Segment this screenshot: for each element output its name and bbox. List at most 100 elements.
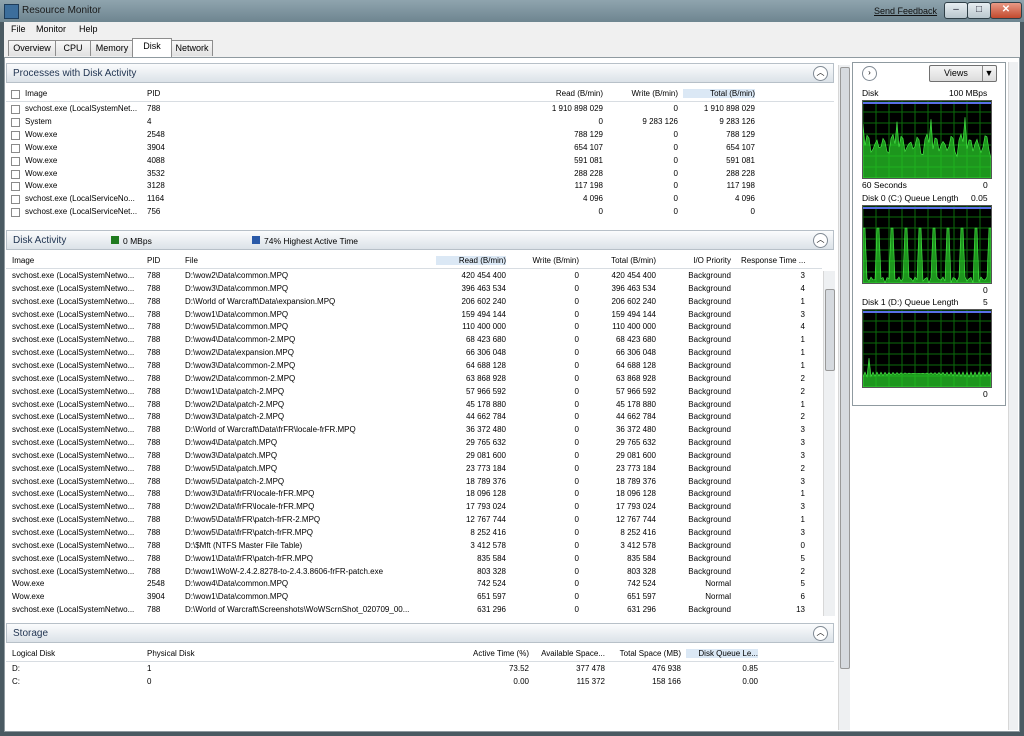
tab-network[interactable]: Network <box>171 40 213 56</box>
table-row[interactable]: svchost.exe (LocalServiceNet... 756 0 0 0 <box>6 206 834 218</box>
table-row[interactable]: svchost.exe (LocalSystemNetwo... 788 D:\wo… <box>6 514 822 526</box>
table-row[interactable]: svchost.exe (LocalSystemNetwo... 788 D:\Wo… <box>6 296 822 308</box>
table-row[interactable]: svchost.exe (LocalSystemNetwo... 788 D:\wo… <box>6 386 822 398</box>
table-row[interactable]: svchost.exe (LocalSystemNetwo... 788 D:\wo… <box>6 270 822 282</box>
tab-overview[interactable]: Overview <box>8 40 56 56</box>
table-row[interactable]: C: 0 0.00 115 372 158 166 0.00 <box>6 676 834 688</box>
processes-section-header[interactable]: Processes with Disk Activity ︿ <box>6 63 834 83</box>
col-disk-queue-length[interactable]: Disk Queue Le... <box>686 649 758 658</box>
table-row[interactable]: svchost.exe (LocalServiceNo... 1164 4 096 0… <box>6 193 834 205</box>
tab-memory[interactable]: Memory <box>90 40 134 56</box>
table-row[interactable]: svchost.exe (LocalSystemNetwo... 788 D:\wo… <box>6 360 822 372</box>
table-row[interactable]: svchost.exe (LocalSystemNetwo... 788 D:\wo… <box>6 437 822 449</box>
minimize-button[interactable]: – <box>944 2 968 19</box>
table-row[interactable]: svchost.exe (LocalSystemNetwo... 788 D:\$M… <box>6 540 822 552</box>
table-row[interactable]: svchost.exe (LocalSystemNetwo... 788 D:\wo… <box>6 527 822 539</box>
main-scrollbar[interactable] <box>838 65 850 730</box>
tab-cpu[interactable]: CPU <box>55 40 91 56</box>
close-button[interactable]: ✕ <box>990 2 1022 19</box>
row-checkbox[interactable] <box>11 208 20 218</box>
disk-activity-section-header[interactable]: Disk Activity 0 MBps 74% Highest Active … <box>6 230 834 250</box>
table-row[interactable]: svchost.exe (LocalSystemNetwo... 788 D:\wo… <box>6 347 822 359</box>
table-row[interactable]: svchost.exe (LocalSystemNetwo... 788 D:\wo… <box>6 283 822 295</box>
row-checkbox[interactable] <box>11 143 20 153</box>
row-checkbox[interactable] <box>11 169 20 179</box>
row-checkbox[interactable] <box>11 182 20 192</box>
collapse-icon[interactable]: ︿ <box>813 66 828 81</box>
table-row[interactable]: svchost.exe (LocalSystemNetwo... 788 D:\wo… <box>6 373 822 385</box>
table-cell: 0 <box>574 425 579 435</box>
table-row[interactable]: svchost.exe (LocalSystemNetwo... 788 D:\wo… <box>6 463 822 475</box>
table-row[interactable]: System 4 0 9 283 126 9 283 126 <box>6 116 834 128</box>
table-row[interactable]: svchost.exe (LocalSystemNetwo... 788 D:\wo… <box>6 553 822 565</box>
col-available-space[interactable]: Available Space... <box>533 649 605 658</box>
table-row[interactable]: svchost.exe (LocalSystemNet... 788 1 910 8… <box>6 103 834 115</box>
maximize-button[interactable]: □ <box>967 2 991 19</box>
menu-file[interactable]: File <box>11 24 26 34</box>
tab-disk[interactable]: Disk <box>132 38 172 57</box>
table-row[interactable]: svchost.exe (LocalSystemNetwo... 788 D:\wo… <box>6 399 822 411</box>
menu-monitor[interactable]: Monitor <box>36 24 66 34</box>
table-cell: 0 <box>673 168 678 178</box>
col-total-space[interactable]: Total Space (MB) <box>609 649 681 658</box>
collapse-icon[interactable]: ︿ <box>813 233 828 248</box>
table-cell: svchost.exe (LocalSystemNetwo... <box>12 335 135 345</box>
table-row[interactable]: Wow.exe 3904 654 107 0 654 107 <box>6 142 834 154</box>
col-physical-disk[interactable]: Physical Disk <box>147 649 195 658</box>
row-checkbox[interactable] <box>11 195 20 205</box>
row-checkbox[interactable] <box>11 117 20 127</box>
row-checkbox[interactable] <box>11 130 20 140</box>
chevron-right-icon[interactable]: › <box>862 66 877 81</box>
table-row[interactable]: svchost.exe (LocalSystemNetwo... 788 D:\Wo… <box>6 604 822 616</box>
table-row[interactable]: svchost.exe (LocalSystemNetwo... 788 D:\wo… <box>6 488 822 500</box>
table-cell: 0 <box>574 412 579 422</box>
table-row[interactable]: svchost.exe (LocalSystemNetwo... 788 D:\wo… <box>6 411 822 423</box>
table-row[interactable]: svchost.exe (LocalSystemNetwo... 788 D:\Wo… <box>6 424 822 436</box>
col-image[interactable]: Image <box>12 256 34 265</box>
col-pid[interactable]: PID <box>147 256 160 265</box>
col-pid[interactable]: PID <box>147 89 160 98</box>
views-dropdown[interactable]: Views ▼ <box>929 65 997 82</box>
col-total[interactable]: Total (B/min) <box>683 89 755 98</box>
table-cell: Background <box>688 450 731 460</box>
col-response-time[interactable]: Response Time ... <box>741 256 805 265</box>
menu-help[interactable]: Help <box>79 24 98 34</box>
collapse-icon[interactable]: ︿ <box>813 626 828 641</box>
col-io-priority[interactable]: I/O Priority <box>661 256 731 265</box>
storage-section-header[interactable]: Storage ︿ <box>6 623 834 643</box>
table-row[interactable]: Wow.exe 2548 D:\wow4\Data\common.MPQ 742 52… <box>6 578 822 590</box>
table-row[interactable]: Wow.exe 3128 117 198 0 117 198 <box>6 180 834 192</box>
col-logical-disk[interactable]: Logical Disk <box>12 649 55 658</box>
scrollbar-thumb[interactable] <box>825 289 835 371</box>
select-all-checkbox[interactable] <box>11 90 20 99</box>
table-row[interactable]: Wow.exe 3532 288 228 0 288 228 <box>6 168 834 180</box>
table-row[interactable]: svchost.exe (LocalSystemNetwo... 788 D:\wo… <box>6 476 822 488</box>
table-row[interactable]: svchost.exe (LocalSystemNetwo... 788 D:\wo… <box>6 566 822 578</box>
col-total[interactable]: Total (B/min) <box>584 256 656 265</box>
col-read[interactable]: Read (B/min) <box>526 89 603 98</box>
col-read[interactable]: Read (B/min) <box>436 256 506 265</box>
table-row[interactable]: Wow.exe 2548 788 129 0 788 129 <box>6 129 834 141</box>
col-write[interactable]: Write (B/min) <box>606 89 678 98</box>
table-row[interactable]: svchost.exe (LocalSystemNetwo... 788 D:\wo… <box>6 334 822 346</box>
table-row[interactable]: svchost.exe (LocalSystemNetwo... 788 D:\wo… <box>6 501 822 513</box>
table-cell: 57 966 592 <box>615 386 656 396</box>
row-checkbox[interactable] <box>11 156 20 166</box>
table-row[interactable]: svchost.exe (LocalSystemNetwo... 788 D:\wo… <box>6 309 822 321</box>
table-cell: 788 129 <box>574 129 603 139</box>
table-row[interactable]: svchost.exe (LocalSystemNetwo... 788 D:\wo… <box>6 321 822 333</box>
table-row[interactable]: svchost.exe (LocalSystemNetwo... 788 D:\wo… <box>6 450 822 462</box>
col-active-time[interactable]: Active Time (%) <box>461 649 529 658</box>
table-cell: 64 688 128 <box>615 360 656 370</box>
col-file[interactable]: File <box>185 256 198 265</box>
table-row[interactable]: D: 1 73.52 377 478 476 938 0.85 <box>6 663 834 675</box>
disk-activity-scrollbar[interactable] <box>823 271 835 616</box>
col-image[interactable]: Image <box>25 89 47 98</box>
table-row[interactable]: Wow.exe 4088 591 081 0 591 081 <box>6 155 834 167</box>
table-row[interactable]: Wow.exe 3904 D:\wow1\Data\common.MPQ 651 59… <box>6 591 822 603</box>
col-write[interactable]: Write (B/min) <box>509 256 579 265</box>
row-checkbox[interactable] <box>11 105 20 114</box>
scrollbar-thumb[interactable] <box>840 67 850 669</box>
right-panel-scrollbar[interactable] <box>1008 62 1018 730</box>
send-feedback-link[interactable]: Send Feedback <box>874 6 937 16</box>
